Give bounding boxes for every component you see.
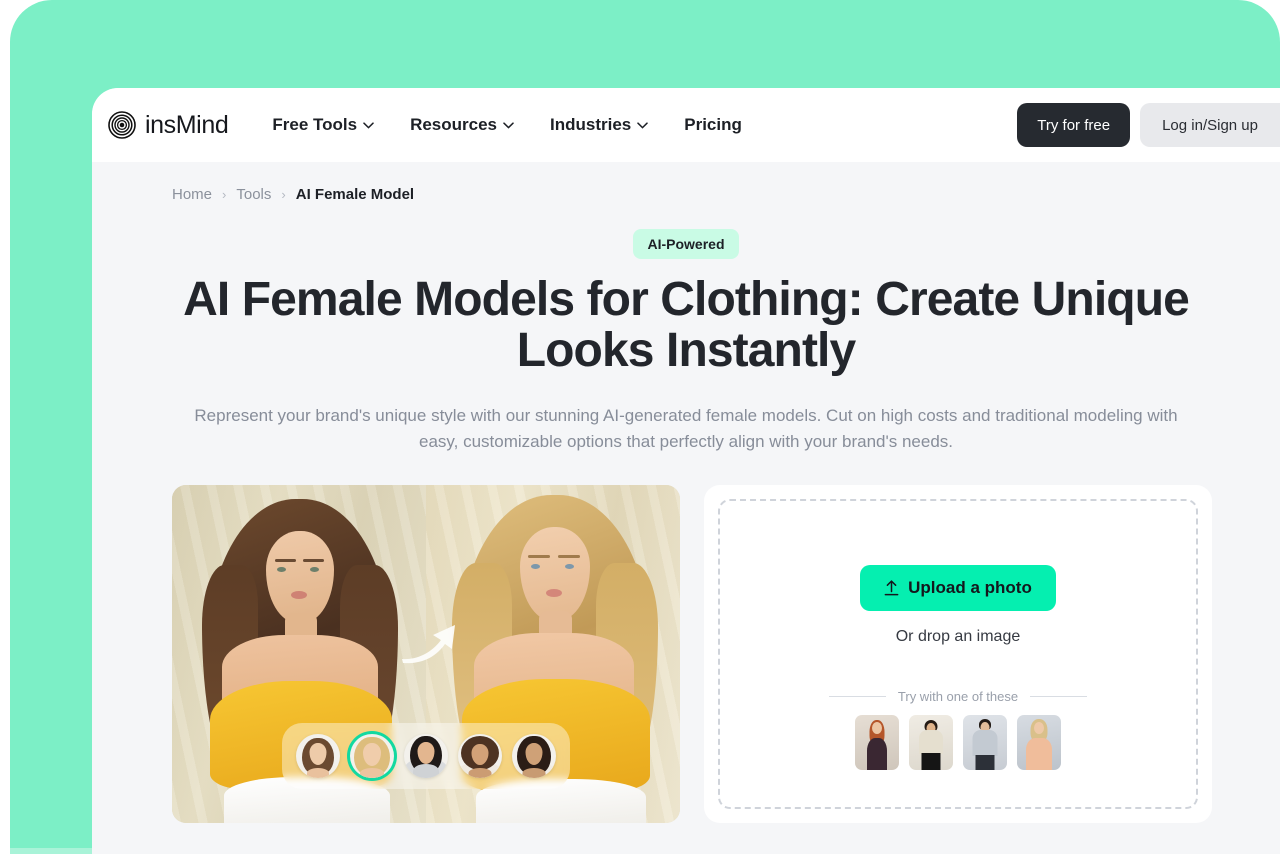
- dropzone[interactable]: Upload a photo Or drop an image Try with…: [718, 499, 1198, 810]
- upload-arrow-icon: [884, 580, 899, 596]
- curved-arrow-icon: [402, 625, 455, 664]
- insmind-logo-icon: [108, 111, 136, 139]
- site-header: insMind Free Tools Resources Industries: [92, 88, 1280, 162]
- avatar-blonde[interactable]: [350, 734, 394, 779]
- avatar-dark-straight[interactable]: [512, 734, 556, 779]
- nav-label: Resources: [410, 115, 497, 134]
- divider-line-left: [829, 695, 886, 697]
- chevron-down-icon: [503, 121, 514, 129]
- try-for-free-button[interactable]: Try for free: [1017, 103, 1131, 147]
- panels-row: Upload a photo Or drop an image Try with…: [92, 455, 1280, 824]
- breadcrumb-home[interactable]: Home: [172, 186, 212, 203]
- nav-item-pricing[interactable]: Pricing: [684, 115, 742, 135]
- nav-label: Free Tools: [272, 115, 358, 134]
- before-after-showcase: [172, 485, 680, 824]
- sample-redhead-dark-dress[interactable]: [855, 714, 899, 770]
- nav-item-free-tools[interactable]: Free Tools: [272, 115, 374, 135]
- avatar-curly-brown[interactable]: [458, 734, 502, 779]
- sample-images-row: [855, 714, 1061, 770]
- avatar-brunette-long[interactable]: [296, 734, 340, 779]
- sample-gray-sweater[interactable]: [963, 714, 1007, 770]
- chevron-down-icon: [363, 121, 374, 129]
- chevron-down-icon: [637, 121, 648, 129]
- logo[interactable]: insMind: [108, 110, 229, 140]
- breadcrumb-current: AI Female Model: [295, 186, 415, 203]
- drop-hint-text: Or drop an image: [895, 627, 1021, 645]
- try-samples-divider: Try with one of these: [829, 689, 1087, 704]
- sample-cream-top-black-pants[interactable]: [909, 714, 953, 770]
- login-signup-button[interactable]: Log in/Sign up: [1140, 103, 1280, 147]
- main-navigation: Free Tools Resources Industries Pricing: [272, 115, 742, 135]
- nav-item-industries[interactable]: Industries: [550, 115, 648, 135]
- nav-item-resources[interactable]: Resources: [410, 115, 514, 135]
- page-title: AI Female Models for Clothing: Create Un…: [183, 273, 1190, 377]
- breadcrumb-tools[interactable]: Tools: [236, 186, 271, 203]
- ai-powered-badge: AI-Powered: [633, 229, 739, 259]
- header-actions: Try for free Log in/Sign up: [1017, 103, 1280, 147]
- divider-line-right: [1030, 695, 1087, 697]
- breadcrumb: Home › Tools › AI Female Model: [92, 162, 1280, 203]
- breadcrumb-separator: ›: [281, 187, 286, 202]
- hero-subtitle: Represent your brand's unique style with…: [194, 405, 1178, 452]
- nav-label: Industries: [550, 115, 632, 134]
- try-samples-label: Try with one of these: [897, 688, 1019, 704]
- upload-button-label: Upload a photo: [908, 577, 1032, 597]
- upload-photo-button[interactable]: Upload a photo: [860, 564, 1056, 611]
- upload-panel: Upload a photo Or drop an image Try with…: [704, 485, 1212, 824]
- breadcrumb-separator: ›: [222, 187, 227, 202]
- logo-text: insMind: [145, 110, 229, 139]
- sample-blonde-peach-dress[interactable]: [1017, 714, 1061, 770]
- nav-label: Pricing: [684, 115, 742, 134]
- hero-section: AI-Powered AI Female Models for Clothing…: [92, 203, 1280, 455]
- model-avatar-selector: [282, 723, 570, 790]
- browser-window: insMind Free Tools Resources Industries: [92, 88, 1280, 854]
- avatar-black-hair-turtleneck[interactable]: [404, 734, 448, 779]
